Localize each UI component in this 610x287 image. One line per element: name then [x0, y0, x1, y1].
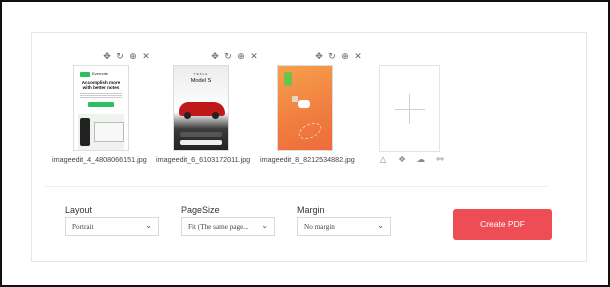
link-icon[interactable]: ⚯ [435, 155, 445, 165]
close-icon[interactable]: ✕ [353, 51, 363, 63]
evernote-logo [80, 72, 90, 77]
thumbnail-toolbar: ✥ ↻ ⊕ ✕ [102, 51, 151, 63]
preview-wheel [212, 112, 219, 119]
preview-button [180, 140, 222, 145]
add-image-dropzone[interactable] [379, 65, 440, 152]
preview-text [80, 93, 122, 99]
margin-select[interactable]: No margin ⌄ [297, 217, 391, 236]
thumbnail-filename: imageedit_6_6103172011.jpg [156, 155, 251, 164]
move-icon[interactable]: ✥ [314, 51, 324, 63]
layout-select[interactable]: Portrait ⌄ [65, 217, 159, 236]
preview-robot [298, 100, 310, 108]
chevron-down-icon: ⌄ [145, 221, 152, 230]
upload-sources: △ ❖ ☁ ⚯ [378, 155, 445, 165]
preview-heading: Model S [190, 78, 212, 84]
google-drive-icon[interactable]: △ [378, 155, 388, 165]
preview-button [180, 132, 222, 137]
create-pdf-button[interactable]: Create PDF [453, 209, 552, 240]
upload-panel: ✥ ↻ ⊕ ✕ Evernote Accomplish more with be… [31, 32, 587, 262]
dropbox-icon[interactable]: ❖ [397, 155, 407, 165]
thumbnail-preview[interactable]: Evernote Accomplish more with better not… [73, 65, 129, 151]
thumbnail-preview[interactable]: TESLA Model S [173, 65, 229, 151]
rotate-icon[interactable]: ↻ [115, 51, 125, 63]
onedrive-icon[interactable]: ☁ [416, 155, 426, 165]
zoom-in-icon[interactable]: ⊕ [340, 51, 350, 63]
preview-button [88, 102, 114, 107]
pagesize-label: PageSize [181, 205, 220, 215]
chevron-down-icon: ⌄ [377, 221, 384, 230]
close-icon[interactable]: ✕ [249, 51, 259, 63]
margin-value: No margin [304, 223, 335, 231]
layout-value: Portrait [72, 223, 94, 231]
move-icon[interactable]: ✥ [102, 51, 112, 63]
zoom-in-icon[interactable]: ⊕ [128, 51, 138, 63]
preview-laptop [94, 122, 124, 142]
zoom-in-icon[interactable]: ⊕ [236, 51, 246, 63]
preview-shape [284, 72, 292, 86]
rotate-icon[interactable]: ↻ [327, 51, 337, 63]
thumbnail-toolbar: ✥ ↻ ⊕ ✕ [210, 51, 259, 63]
preview-brand: TESLA [193, 72, 209, 76]
move-icon[interactable]: ✥ [210, 51, 220, 63]
margin-label: Margin [297, 205, 325, 215]
preview-wheel [184, 112, 191, 119]
thumbnail-toolbar: ✥ ↻ ⊕ ✕ [314, 51, 363, 63]
plus-icon [395, 109, 425, 110]
divider [45, 186, 548, 187]
preview-brand: Evernote [92, 71, 109, 76]
chevron-down-icon: ⌄ [261, 221, 268, 230]
preview-shape [292, 96, 298, 102]
pagesize-select[interactable]: Fit (The same page... ⌄ [181, 217, 275, 236]
thumbnail-preview[interactable] [277, 65, 333, 151]
rotate-icon[interactable]: ↻ [223, 51, 233, 63]
preview-phone [80, 118, 90, 146]
preview-heading: Accomplish more with better notes [81, 80, 121, 90]
close-icon[interactable]: ✕ [141, 51, 151, 63]
thumbnail-filename: imageedit_8_8212534882.jpg [260, 155, 355, 164]
preview-orbit [296, 119, 324, 143]
layout-label: Layout [65, 205, 93, 215]
pagesize-value: Fit (The same page... [188, 223, 249, 231]
thumbnail-filename: imageedit_4_4808066151.jpg [52, 155, 147, 164]
